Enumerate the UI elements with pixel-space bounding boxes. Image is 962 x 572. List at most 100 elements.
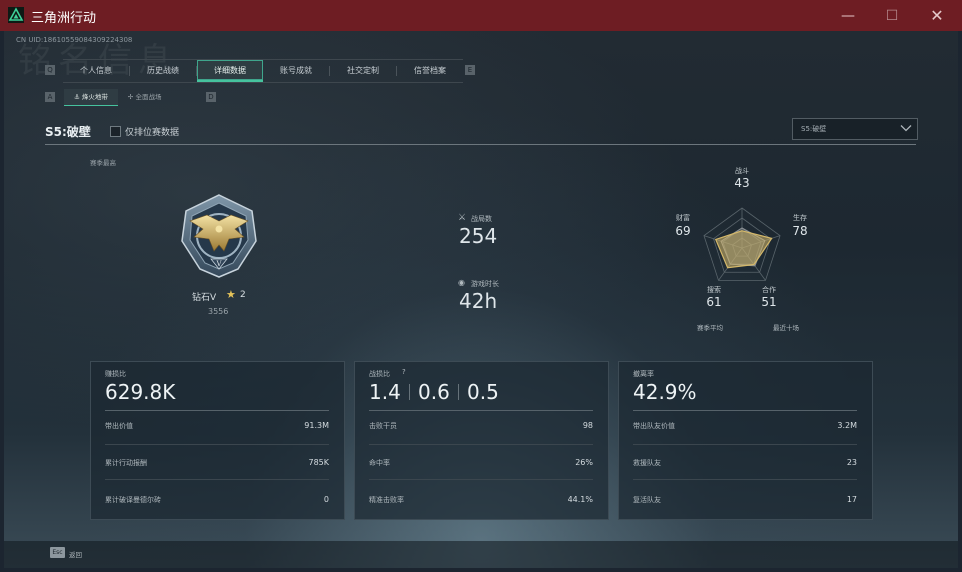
maximize-icon: ☐ (885, 7, 899, 24)
subtab-full-warfare[interactable]: ✢ 全面战场 (118, 89, 172, 105)
ranked-only-label[interactable]: 仅排位赛数据 (125, 125, 179, 138)
rank-badge-icon: V (181, 194, 257, 278)
kd-ratio-mid: 0.6 (418, 380, 450, 404)
anchor-icon: ⚓ (74, 93, 80, 101)
ranked-only-checkbox[interactable] (110, 126, 121, 137)
stat-label: 击败干员 (369, 422, 397, 430)
extract-card: 撤离率 42.9% 带出队友价值 3.2M 救援队友 23 复活队友 17 (618, 361, 873, 520)
subtab-label: 全面战场 (135, 93, 162, 101)
stat-value: 785K (308, 458, 329, 467)
crosshair-icon: ✢ (127, 93, 134, 101)
radar-wealth-label: 财富 (676, 214, 690, 222)
kd-ratio-low: 0.5 (467, 380, 499, 404)
season-title: S5:破壁 (45, 125, 91, 139)
playtime-label: 游戏时长 (471, 280, 499, 288)
row-divider (633, 444, 857, 445)
stat-value: 0 (323, 495, 329, 504)
rank-stars: 2 (240, 290, 246, 300)
help-icon[interactable]: ? (402, 368, 406, 376)
tab-reputation[interactable]: 信誉档案 (397, 60, 463, 82)
ability-radar-chart (703, 207, 781, 281)
gamepad-icon: ◉ (458, 278, 465, 287)
rank-name: 钻石V (192, 293, 217, 303)
card-divider (105, 410, 329, 411)
tab-details[interactable]: 详细数据 (197, 60, 263, 82)
title-bar: 三角洲行动 — ☐ ✕ (0, 0, 962, 31)
app-logo-icon (8, 7, 24, 23)
season-select-value: S5:破壁 (801, 125, 827, 133)
radar-legend-recent: 最近十场 (773, 324, 799, 332)
minimize-icon: — (841, 7, 855, 24)
row-divider (105, 479, 329, 480)
stat-value: 98 (582, 421, 593, 430)
card-big-value: 629.8K (105, 380, 176, 404)
card-title: 战损比 (369, 370, 390, 378)
card-big-value: 42.9% (633, 380, 697, 404)
stat-value: 17 (846, 495, 857, 504)
combat-card: 战损比 ? 1.4 0.6 0.5 击败干员 98 命中率 26% 精准击败率 … (354, 361, 609, 520)
tab-history[interactable]: 历史战绩 (130, 60, 196, 82)
tab-profile[interactable]: 个人信息 (63, 60, 129, 82)
radar-coop-value: 51 (761, 295, 777, 309)
stat-row: 带出队友价值 3.2M (633, 421, 857, 441)
stat-label: 累计行动报酬 (105, 459, 147, 467)
maximize-button[interactable]: ☐ (869, 0, 915, 31)
stat-row: 救援队友 23 (633, 458, 857, 478)
section-divider (45, 144, 916, 145)
back-key-hint[interactable]: Esc (50, 547, 65, 558)
stat-label: 带出价值 (105, 422, 133, 430)
radar-survival-label: 生存 (793, 214, 807, 222)
ratio-divider (458, 384, 459, 400)
radar-combat-label: 战斗 (735, 167, 749, 175)
stat-label: 带出队友价值 (633, 422, 675, 430)
next-tab-key[interactable]: E (465, 65, 475, 75)
radar-survival-value: 78 (792, 224, 808, 238)
row-divider (105, 444, 329, 445)
user-uid: CN UID:18610559084309224308 (16, 36, 133, 44)
prev-subtab-key[interactable]: A (45, 92, 55, 102)
radar-wealth-value: 69 (675, 224, 691, 238)
stat-label: 命中率 (369, 459, 390, 467)
rank-score: 3556 (208, 307, 229, 316)
subtab-hazard-zone[interactable]: ⚓ 烽火地带 (64, 89, 118, 106)
stat-row: 累计行动报酬 785K (105, 458, 329, 478)
matches-label: 战局数 (471, 215, 492, 223)
main-tabs: 个人信息 历史战绩 详细数据 账号成就 社交定制 信誉档案 (63, 59, 463, 83)
row-divider (633, 479, 857, 480)
main-panel: 铭名信息 CN UID:18610559084309224308 Q 个人信息 … (4, 31, 958, 568)
close-button[interactable]: ✕ (914, 0, 960, 31)
row-divider (369, 444, 593, 445)
mode-subtabs: ⚓ 烽火地带 ✢ 全面战场 (64, 89, 171, 106)
row-divider (369, 479, 593, 480)
radar-legend-avg: 赛季平均 (697, 324, 723, 332)
card-divider (369, 410, 593, 411)
card-title: 撤离率 (633, 370, 654, 378)
svg-text:V: V (215, 260, 222, 268)
stat-label: 救援队友 (633, 459, 661, 467)
radar-search-label: 搜索 (707, 286, 721, 294)
stat-value: 23 (846, 458, 857, 467)
radar-combat-value: 43 (734, 176, 750, 190)
minimize-button[interactable]: — (825, 0, 871, 31)
stat-label: 累计破译曼德尔砖 (105, 496, 161, 504)
tab-social[interactable]: 社交定制 (330, 60, 396, 82)
subtab-label: 烽火地带 (81, 93, 108, 101)
back-label[interactable]: 返回 (69, 549, 82, 559)
next-subtab-key[interactable]: D (206, 92, 216, 102)
stat-value: 91.3M (304, 421, 329, 430)
prev-tab-key[interactable]: Q (45, 65, 55, 75)
stat-label: 复活队友 (633, 496, 661, 504)
loot-card: 赚损比 629.8K 带出价值 91.3M 累计行动报酬 785K 累计破译曼德… (90, 361, 345, 520)
stat-label: 精准击败率 (369, 496, 404, 504)
bottom-bar: Esc 返回 (4, 541, 958, 568)
stat-row: 精准击败率 44.1% (369, 495, 593, 515)
radar-search-value: 61 (706, 295, 722, 309)
stat-value: 3.2M (837, 421, 857, 430)
kd-ratio-all: 1.4 (369, 380, 401, 404)
stat-value: 44.1% (567, 495, 593, 504)
season-select[interactable]: S5:破壁 (792, 118, 918, 140)
card-divider (633, 410, 857, 411)
tab-achievements[interactable]: 账号成就 (263, 60, 329, 82)
crossed-swords-icon: ⚔ (458, 213, 467, 223)
stat-row: 复活队友 17 (633, 495, 857, 515)
